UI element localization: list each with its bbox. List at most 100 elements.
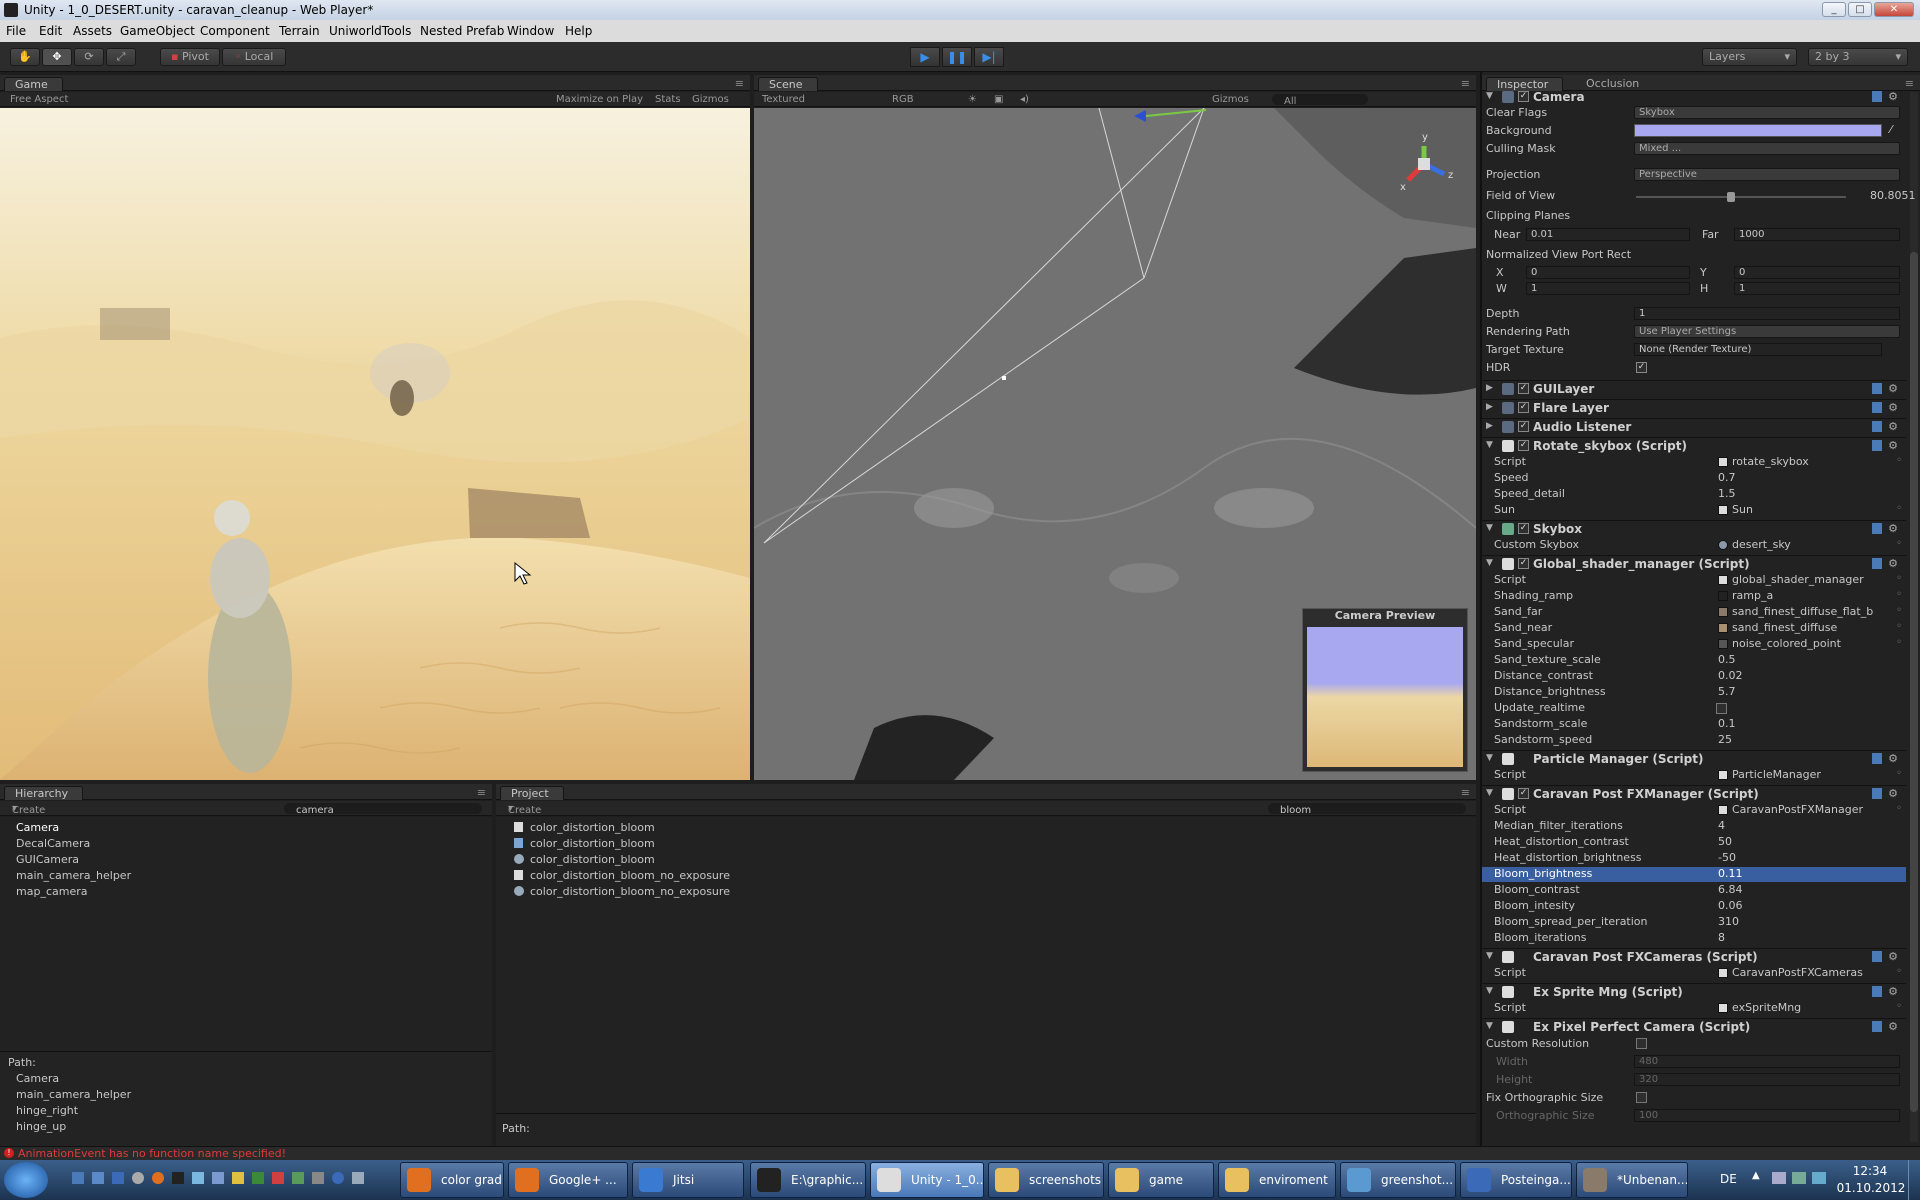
project-item[interactable]: color_distortion_bloom_no_exposure bbox=[530, 885, 730, 898]
help-book-icon[interactable] bbox=[1872, 421, 1882, 432]
object-reference-field[interactable]: sand_finest_diffuse_flat_b bbox=[1718, 605, 1873, 618]
hierarchy-item-guicamera[interactable]: GUICamera bbox=[16, 853, 79, 866]
projection-dropdown[interactable]: Perspective bbox=[1634, 168, 1900, 181]
tab-scene[interactable]: Scene bbox=[758, 77, 818, 91]
fold-arrow-icon[interactable]: ▼ bbox=[1486, 440, 1493, 450]
fold-arrow-icon[interactable]: ▼ bbox=[1486, 91, 1493, 101]
pause-button[interactable]: ❚❚ bbox=[942, 47, 972, 67]
panel-menu-icon[interactable]: ≡ bbox=[1905, 77, 1914, 90]
app-icon[interactable] bbox=[312, 1172, 324, 1184]
tab-project[interactable]: Project bbox=[500, 786, 564, 800]
fov-slider[interactable] bbox=[1636, 192, 1846, 202]
fold-arrow-icon[interactable]: ▼ bbox=[1486, 558, 1493, 568]
menu-gameobject[interactable]: GameObject bbox=[120, 24, 195, 38]
fold-arrow-icon[interactable]: ▼ bbox=[1486, 951, 1493, 961]
object-picker-icon[interactable]: ◦ bbox=[1896, 455, 1902, 466]
scene-view[interactable]: y z x Camera Preview bbox=[754, 108, 1476, 780]
minimize-button[interactable]: _ bbox=[1822, 2, 1846, 17]
fold-arrow-icon[interactable]: ▶ bbox=[1486, 383, 1493, 393]
height-input[interactable]: 320 bbox=[1634, 1073, 1900, 1086]
menu-window[interactable]: Window bbox=[507, 24, 554, 38]
taskbar-button[interactable]: screenshots bbox=[988, 1162, 1104, 1198]
hand-tool-icon[interactable]: ✋ bbox=[10, 48, 40, 66]
gear-icon[interactable]: ⚙ bbox=[1888, 950, 1898, 963]
gear-icon[interactable]: ⚙ bbox=[1888, 420, 1898, 433]
menu-edit[interactable]: Edit bbox=[39, 24, 62, 38]
value-field[interactable]: 0.06 bbox=[1718, 899, 1743, 912]
hierarchy-item-map-camera[interactable]: map_camera bbox=[16, 885, 87, 898]
component-postcams-header[interactable]: ▼ Caravan Post FXCameras (Script) ⚙ bbox=[1480, 948, 1906, 965]
hierarchy-item-decalcamera[interactable]: DecalCamera bbox=[16, 837, 90, 850]
fold-arrow-icon[interactable]: ▼ bbox=[1486, 753, 1493, 763]
taskbar-button[interactable]: color grad... bbox=[400, 1162, 504, 1198]
near-input[interactable]: 0.01 bbox=[1526, 228, 1690, 241]
ortho-size-input[interactable]: 100 bbox=[1634, 1109, 1900, 1122]
notes-icon[interactable] bbox=[232, 1172, 244, 1184]
enable-checkbox[interactable]: ✓ bbox=[1518, 91, 1529, 102]
project-item[interactable]: color_distortion_bloom bbox=[530, 853, 655, 866]
value-field[interactable]: 5.7 bbox=[1718, 685, 1736, 698]
panel-menu-icon[interactable]: ≡ bbox=[1461, 786, 1470, 799]
value-field[interactable]: 0.7 bbox=[1718, 471, 1736, 484]
object-picker-icon[interactable]: ◦ bbox=[1896, 966, 1902, 977]
pivot-toggle[interactable]: ▪ Pivot bbox=[160, 48, 220, 66]
help-book-icon[interactable] bbox=[1872, 788, 1882, 799]
viewport-h-input[interactable]: 1 bbox=[1734, 282, 1900, 295]
gear-icon[interactable]: ⚙ bbox=[1888, 787, 1898, 800]
component-camera-header[interactable]: ▼ ✓ Camera ⚙ bbox=[1480, 89, 1906, 106]
network-icon[interactable] bbox=[1772, 1172, 1786, 1184]
value-field[interactable]: -50 bbox=[1718, 851, 1736, 864]
taskbar-button[interactable]: E:\graphic... bbox=[750, 1162, 866, 1198]
path-item[interactable]: main_camera_helper bbox=[16, 1088, 131, 1101]
viewport-w-input[interactable]: 1 bbox=[1526, 282, 1690, 295]
gear-icon[interactable]: ⚙ bbox=[1888, 752, 1898, 765]
game-view[interactable] bbox=[0, 108, 750, 780]
status-bar[interactable]: ! AnimationEvent has no function name sp… bbox=[0, 1146, 1920, 1160]
taskbar-button[interactable]: game bbox=[1108, 1162, 1214, 1198]
app-icon[interactable] bbox=[292, 1172, 304, 1184]
audio-toggle-icon[interactable]: ◂) bbox=[1020, 94, 1029, 105]
gear-icon[interactable]: ⚙ bbox=[1888, 439, 1898, 452]
component-pixelperfect-header[interactable]: ▼ Ex Pixel Perfect Camera (Script) ⚙ bbox=[1480, 1018, 1906, 1035]
custom-resolution-checkbox[interactable] bbox=[1636, 1038, 1647, 1049]
object-reference-field[interactable]: CaravanPostFXManager bbox=[1718, 803, 1863, 816]
gear-icon[interactable]: ⚙ bbox=[1888, 985, 1898, 998]
help-book-icon[interactable] bbox=[1872, 91, 1882, 102]
explorer-icon[interactable] bbox=[92, 1172, 104, 1184]
fold-arrow-icon[interactable]: ▼ bbox=[1486, 1021, 1493, 1031]
panel-menu-icon[interactable]: ≡ bbox=[1461, 77, 1470, 90]
object-picker-icon[interactable]: ◦ bbox=[1896, 503, 1902, 514]
pin-icon[interactable] bbox=[192, 1172, 204, 1184]
help-book-icon[interactable] bbox=[1872, 402, 1882, 413]
far-input[interactable]: 1000 bbox=[1734, 228, 1900, 241]
object-picker-icon[interactable]: ◦ bbox=[1896, 605, 1902, 616]
menu-terrain[interactable]: Terrain bbox=[279, 24, 320, 38]
component-postfx-header[interactable]: ▼ ✓ Caravan Post FXManager (Script) ⚙ bbox=[1480, 785, 1906, 802]
clock-time[interactable]: 12:34 bbox=[1840, 1164, 1900, 1178]
firefox-icon[interactable] bbox=[152, 1172, 164, 1184]
layout-dropdown[interactable]: 2 by 3 ▾ bbox=[1808, 48, 1908, 66]
scene-search-input[interactable]: All bbox=[1272, 94, 1368, 107]
object-picker-icon[interactable]: ◦ bbox=[1896, 637, 1902, 648]
panel-menu-icon[interactable]: ≡ bbox=[735, 77, 744, 90]
component-particle-header[interactable]: ▼ Particle Manager (Script) ⚙ bbox=[1480, 750, 1906, 767]
lighting-icon[interactable]: ☀ bbox=[968, 94, 977, 105]
value-field[interactable]: 6.84 bbox=[1718, 883, 1743, 896]
maximize-on-play-toggle[interactable]: Maximize on Play bbox=[556, 94, 643, 105]
value-field[interactable]: 8 bbox=[1718, 931, 1725, 944]
tab-hierarchy[interactable]: Hierarchy bbox=[4, 786, 84, 800]
component-skybox-header[interactable]: ▼ ✓ Skybox ⚙ bbox=[1480, 520, 1906, 537]
component-guilayer-header[interactable]: ▶ ✓ GUILayer ⚙ bbox=[1480, 380, 1906, 397]
object-reference-field[interactable]: noise_colored_point bbox=[1718, 637, 1841, 650]
rgb-dropdown[interactable]: RGB bbox=[892, 94, 914, 105]
hierarchy-search-input[interactable]: camera bbox=[284, 803, 482, 816]
app-icon[interactable] bbox=[252, 1172, 264, 1184]
help-book-icon[interactable] bbox=[1872, 986, 1882, 997]
menu-uniworldtools[interactable]: UniworldTools bbox=[329, 24, 411, 38]
path-item[interactable]: Camera bbox=[16, 1072, 59, 1085]
enable-checkbox[interactable]: ✓ bbox=[1518, 788, 1529, 799]
project-create-button[interactable]: Create ▾ bbox=[508, 803, 541, 816]
rendering-path-dropdown[interactable]: Use Player Settings bbox=[1634, 325, 1900, 338]
media-icon[interactable] bbox=[132, 1172, 144, 1184]
taskbar-button[interactable]: *Unbenan... bbox=[1576, 1162, 1688, 1198]
